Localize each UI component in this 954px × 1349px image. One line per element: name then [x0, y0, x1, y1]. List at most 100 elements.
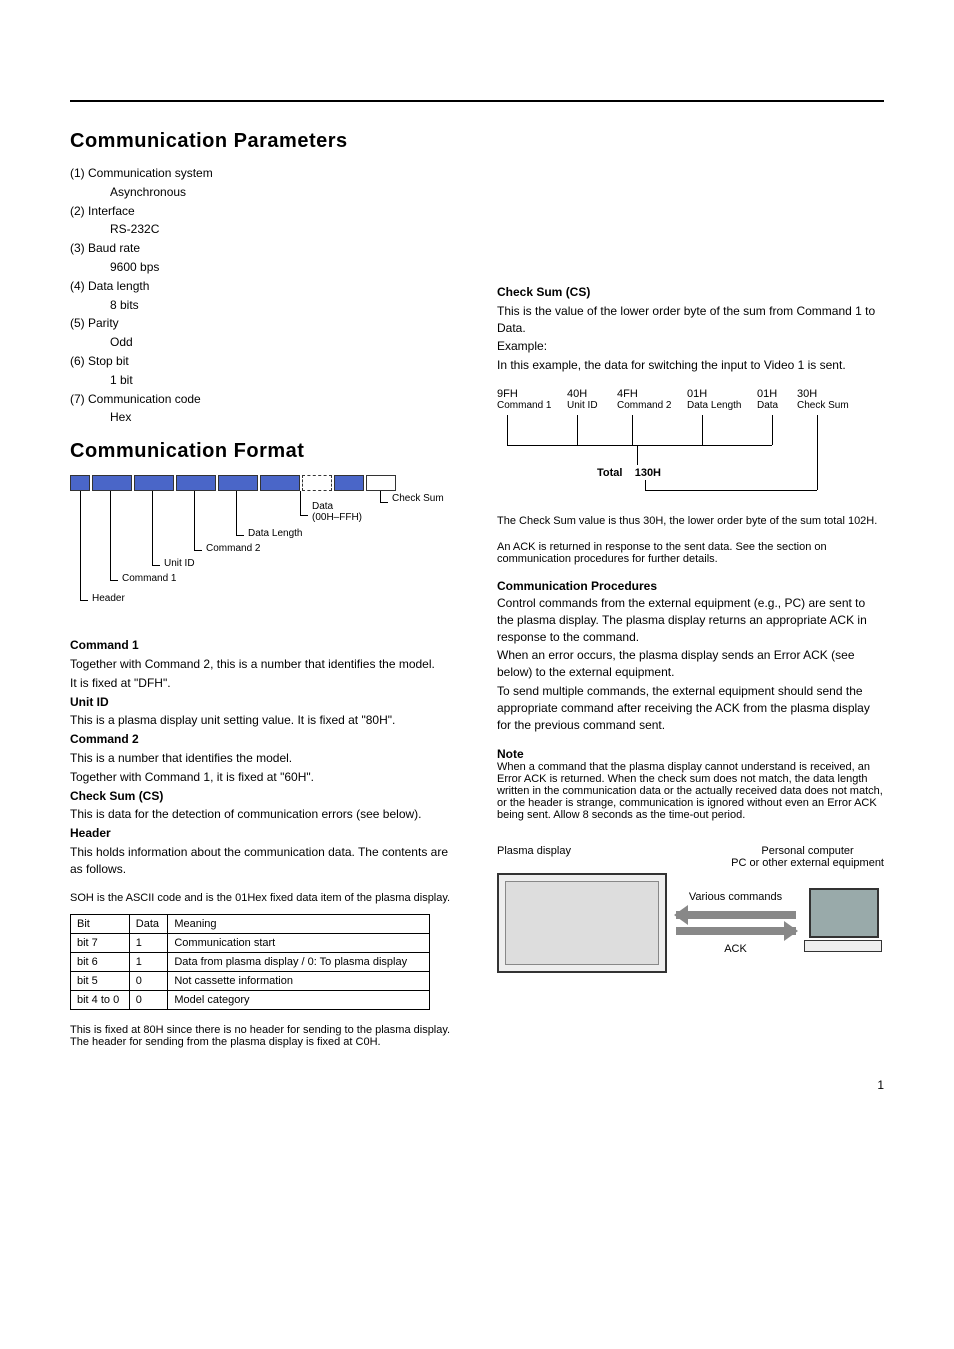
comm-proc-heading: Communication Procedures [497, 579, 657, 593]
table-cell: bit 6 [71, 952, 130, 971]
soh-note: SOH is the ASCII code and is the 01Hex f… [70, 892, 457, 904]
param-value: RS-232C [70, 221, 457, 238]
packet-field-unitid [134, 475, 174, 491]
cs-total-note: The Check Sum value is thus 30H, the low… [497, 515, 884, 527]
packet-label-unitid: Unit ID [160, 558, 195, 569]
pc-icon [804, 888, 884, 958]
arrow-label-commands: Various commands [689, 891, 782, 903]
arrow-label-ack: ACK [724, 943, 747, 955]
param-line: (6) Stop bit [70, 353, 457, 370]
table-cell: bit 4 to 0 [71, 990, 130, 1009]
desc-cmd2-1: This is a number that identifies the mod… [70, 750, 457, 767]
system-diagram: Plasma display Personal computer PC or o… [497, 845, 884, 995]
table-cell: 0 [129, 971, 168, 990]
packet-label-data-text: Data [312, 501, 333, 512]
cs-label: Command 2 [617, 400, 687, 411]
param-line: (5) Parity [70, 315, 457, 332]
cs-example-label: Example: [497, 339, 547, 353]
cs-total-label: Total [597, 467, 622, 479]
desc-header-1: This holds information about the communi… [70, 844, 457, 878]
cs-title: Check Sum (CS) [497, 285, 590, 299]
table-cell: 0 [129, 990, 168, 1009]
packet-label-data: Data (00H‒FFH) [308, 501, 362, 523]
cs-hex: 9FH [497, 388, 567, 400]
packet-label-cmd2: Command 2 [202, 543, 260, 554]
checksum-diagram: 9FH Command 1 40H Unit ID 4FH Command 2 … [497, 388, 884, 515]
comm-proc-p: Control commands from the external equip… [497, 595, 884, 645]
desc-unit-title: Unit ID [70, 695, 109, 709]
table-row: bit 6 1 Data from plasma display / 0: To… [71, 952, 430, 971]
packet-field-data [260, 475, 300, 491]
cs-label: Data [757, 400, 797, 411]
desc-cmd2-2: Together with Command 1, it is fixed at … [70, 769, 457, 786]
packet-field-cmd2 [176, 475, 216, 491]
comm-proc-p: To send multiple commands, the external … [497, 683, 884, 733]
plasma-label: Plasma display [497, 845, 571, 869]
param-line: (2) Interface [70, 203, 457, 220]
table-row: bit 5 0 Not cassette information [71, 971, 430, 990]
packet-label-dlen: Data Length [244, 528, 303, 539]
cs-hex: 01H [687, 388, 757, 400]
packet-field-dlen [218, 475, 258, 491]
table-cell: bit 7 [71, 933, 130, 952]
param-value: 8 bits [70, 297, 457, 314]
note-heading: Note [497, 747, 524, 761]
cs-example-text: In this example, the data for switching … [497, 357, 884, 374]
note-body: When a command that the plasma display c… [497, 761, 884, 821]
cs-total-value: 130H [635, 467, 661, 479]
packet-field-cs [366, 475, 396, 491]
param-value: 1 bit [70, 372, 457, 389]
header-note-1: This is fixed at 80H since there is no h… [70, 1024, 457, 1036]
header-bit-table: Bit Data Meaning bit 7 1 Communication s… [70, 914, 430, 1010]
packet-field-data-cont [302, 475, 332, 491]
desc-unit-1: This is a plasma display unit setting va… [70, 712, 457, 729]
cs-label: Command 1 [497, 400, 567, 411]
desc-cmd1-title: Command 1 [70, 638, 139, 652]
param-value: Odd [70, 334, 457, 351]
cs-label: Data Length [687, 400, 757, 411]
heading-comm-params: Communication Parameters [70, 130, 457, 153]
comm-proc-p: When an error occurs, the plasma display… [497, 647, 884, 681]
param-value: Hex [70, 409, 457, 426]
table-cell: Data from plasma display / 0: To plasma … [168, 952, 430, 971]
comm-proc-body: Control commands from the external equip… [497, 595, 884, 733]
cs-label: Check Sum [797, 400, 857, 411]
desc-cs-title: Check Sum (CS) [70, 789, 163, 803]
packet-label-header: Header [88, 593, 125, 604]
plasma-display-icon [497, 873, 667, 973]
params-list: (1) Communication system Asynchronous (2… [70, 165, 457, 426]
header-note-2: The header for sending from the plasma d… [70, 1036, 457, 1048]
packet-label-cs: Check Sum [388, 493, 444, 504]
checksum-section: Check Sum (CS) This is the value of the … [497, 284, 884, 374]
desc-header-title: Header [70, 826, 111, 840]
top-rule [70, 100, 884, 102]
param-line: (7) Communication code [70, 391, 457, 408]
cs-hex: 4FH [617, 388, 687, 400]
packet-diagram: Header Command 1 Unit ID Command 2 Data … [70, 475, 457, 635]
page-number: 1 [70, 1078, 884, 1092]
table-cell: 1 [129, 952, 168, 971]
arrow-right-icon [676, 927, 796, 935]
param-value: 9600 bps [70, 259, 457, 276]
table-cell: bit 5 [71, 971, 130, 990]
pc-label-1: Personal computer [731, 845, 884, 857]
table-row: bit 4 to 0 0 Model category [71, 990, 430, 1009]
packet-label-data-range: (00H‒FFH) [312, 512, 362, 523]
desc-cs-1: This is data for the detection of commun… [70, 806, 457, 823]
format-descriptions: Command 1 Together with Command 2, this … [70, 637, 457, 877]
pc-label-2: PC or other external equipment [731, 857, 884, 869]
table-row: bit 7 1 Communication start [71, 933, 430, 952]
param-line: (3) Baud rate [70, 240, 457, 257]
packet-field-header [70, 475, 90, 491]
table-header: Bit [71, 914, 130, 933]
packet-field-data-end [334, 475, 364, 491]
param-value: Asynchronous [70, 184, 457, 201]
desc-cmd1-1: Together with Command 2, this is a numbe… [70, 656, 457, 673]
packet-label-cmd1: Command 1 [118, 573, 176, 584]
table-cell: Communication start [168, 933, 430, 952]
table-header: Meaning [168, 914, 430, 933]
arrow-left-icon [676, 911, 796, 919]
heading-comm-format: Communication Format [70, 440, 457, 463]
desc-cmd2-title: Command 2 [70, 732, 139, 746]
desc-cmd1-2: It is fixed at "DFH". [70, 675, 457, 692]
